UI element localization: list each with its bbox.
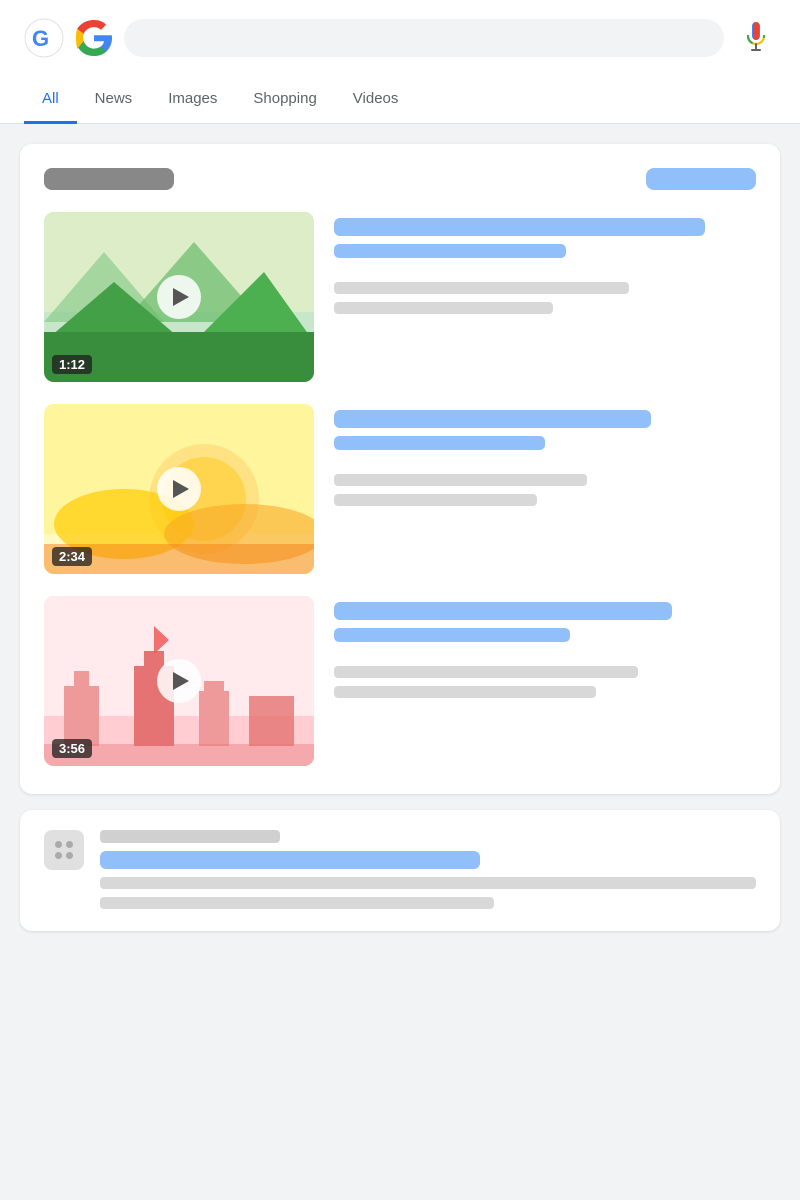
video-meta-2b (334, 494, 537, 506)
video-thumbnail-3[interactable]: 3:56 (44, 596, 314, 766)
favicon-dot-1 (55, 841, 62, 848)
card-label (44, 168, 174, 190)
video-meta-3b (334, 686, 596, 698)
duration-badge-1: 1:12 (52, 355, 92, 374)
favicon-dot-3 (55, 852, 62, 859)
organic-desc-line-2 (100, 897, 494, 909)
video-subtitle-1[interactable] (334, 244, 566, 258)
video-meta-2a (334, 474, 587, 486)
video-meta-1a (334, 282, 629, 294)
video-title-1[interactable] (334, 218, 705, 236)
duration-badge-3: 3:56 (52, 739, 92, 758)
search-input-wrapper[interactable] (124, 19, 724, 57)
favicon-dots (55, 841, 73, 859)
video-item-1[interactable]: 1:12 (44, 212, 756, 382)
organic-result-card (20, 810, 780, 931)
video-meta-1b (334, 302, 553, 314)
play-triangle-icon (173, 288, 189, 306)
tab-videos[interactable]: Videos (335, 76, 417, 124)
card-action-button[interactable] (646, 168, 756, 190)
google-g-logo (76, 20, 112, 56)
tab-shopping[interactable]: Shopping (235, 76, 334, 124)
search-input[interactable] (142, 29, 706, 47)
video-item-2[interactable]: 2:34 (44, 404, 756, 574)
video-info-3 (334, 596, 756, 766)
organic-desc-line-1 (100, 877, 756, 889)
organic-result-title[interactable] (100, 851, 480, 869)
play-button-1[interactable] (157, 275, 201, 319)
play-button-3[interactable] (157, 659, 201, 703)
tab-images[interactable]: Images (150, 76, 235, 124)
tabs-area: All News Images Shopping Videos (0, 76, 800, 124)
favicon-dot-2 (66, 841, 73, 848)
play-triangle-icon-3 (173, 672, 189, 690)
video-title-3[interactable] (334, 602, 672, 620)
video-subtitle-3[interactable] (334, 628, 570, 642)
organic-result-info (100, 830, 756, 909)
mic-button[interactable] (736, 18, 776, 58)
favicon-dot-4 (66, 852, 73, 859)
google-logo-icon: G (24, 18, 64, 58)
video-info-1 (334, 212, 756, 382)
video-thumbnail-1[interactable]: 1:12 (44, 212, 314, 382)
duration-badge-2: 2:34 (52, 547, 92, 566)
video-item-3[interactable]: 3:56 (44, 596, 756, 766)
site-favicon (44, 830, 84, 870)
video-meta-3a (334, 666, 638, 678)
search-bar-area: G (0, 0, 800, 76)
video-thumbnail-2[interactable]: 2:34 (44, 404, 314, 574)
mic-icon-colored (743, 22, 769, 54)
main-content: 1:12 (0, 124, 800, 951)
video-subtitle-2[interactable] (334, 436, 545, 450)
video-title-2[interactable] (334, 410, 651, 428)
video-info-2 (334, 404, 756, 574)
tab-all[interactable]: All (24, 76, 77, 124)
play-triangle-icon-2 (173, 480, 189, 498)
play-button-2[interactable] (157, 467, 201, 511)
tab-news[interactable]: News (77, 76, 151, 124)
video-result-card: 1:12 (20, 144, 780, 794)
organic-site-name (100, 830, 280, 843)
card-header (44, 168, 756, 190)
svg-text:G: G (32, 26, 49, 51)
